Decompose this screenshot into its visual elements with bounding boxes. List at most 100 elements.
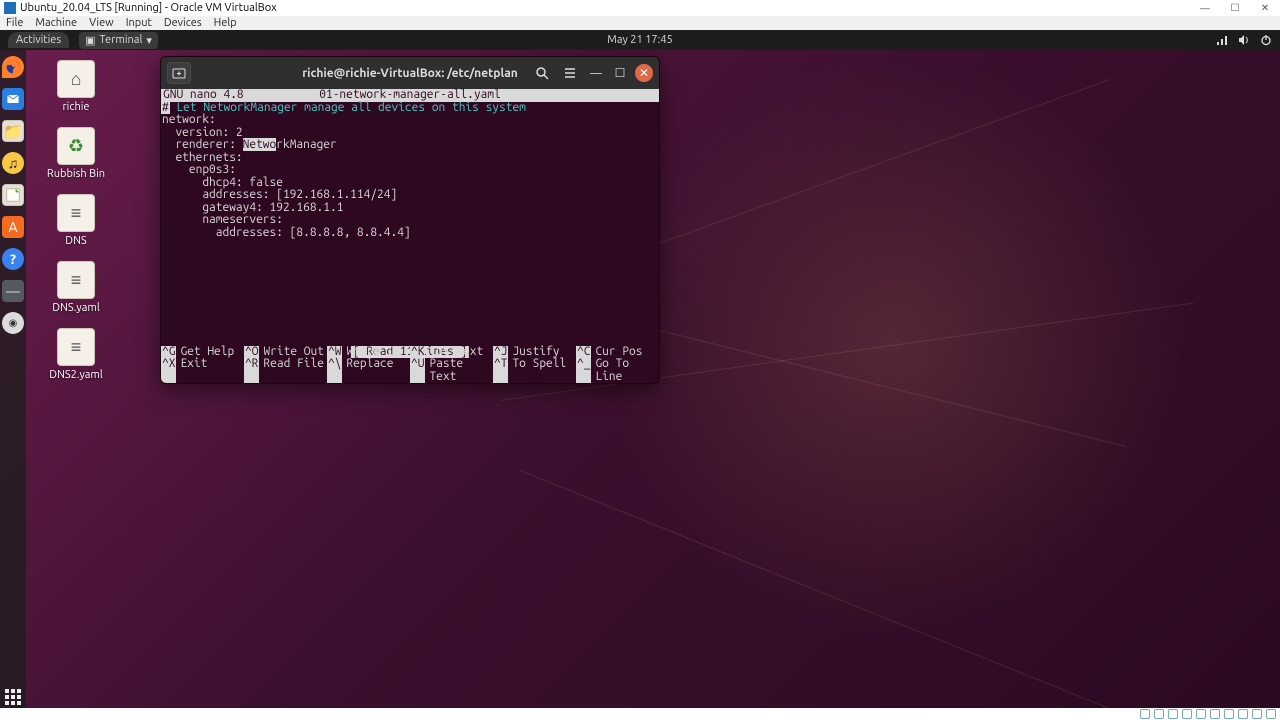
dock-help[interactable]: ? (2, 248, 24, 270)
host-close-button[interactable]: ✕ (1250, 0, 1280, 16)
vbox-menu-help[interactable]: Help (214, 17, 237, 29)
vbox-status-cpu-icon (1252, 709, 1262, 719)
terminal-minimize-button[interactable]: — (587, 64, 605, 82)
nano-shortcut-label: Read File (259, 358, 323, 383)
terminal-body[interactable]: GNU nano 4.8 01-network-manager-all.yaml… (161, 89, 659, 383)
terminal-titlebar[interactable]: richie@richie-VirtualBox: /etc/netplan —… (161, 57, 659, 89)
nano-shortcut: ^UPaste Text (410, 358, 493, 383)
gnome-topbar: Activities ▣ Terminal ▾ May 21 17:45 (0, 30, 1280, 50)
virtualbox-status-bar[interactable] (1140, 708, 1276, 720)
system-tray[interactable] (1216, 34, 1272, 46)
vbox-status-shared-folder-icon (1210, 709, 1220, 719)
terminal-window[interactable]: richie@richie-VirtualBox: /etc/netplan —… (160, 56, 660, 384)
terminal-close-button[interactable]: ✕ (635, 64, 653, 82)
desktop-icon-dns2-yaml[interactable]: ≡ DNS2.yaml (46, 328, 106, 381)
file-icon: ≡ (57, 328, 95, 366)
topbar-app-label: Terminal (100, 34, 143, 46)
nano-shortcut-label: Replace (342, 358, 393, 383)
desktop-icons: ⌂ richie ♻ Rubbish Bin ≡ DNS ≡ DNS.yaml … (46, 60, 106, 381)
wallpaper-decor (640, 79, 1110, 251)
nano-shortcut-key: ^_ (576, 358, 591, 383)
terminal-title: richie@richie-VirtualBox: /etc/netplan (302, 67, 518, 80)
nano-comment-line: # Let NetworkManager manage all devices … (161, 102, 659, 115)
power-icon (1260, 34, 1272, 46)
vbox-menu-view[interactable]: View (89, 17, 114, 29)
home-icon: ⌂ (57, 60, 95, 98)
vbox-menu-devices[interactable]: Devices (164, 17, 202, 29)
nano-shortcut-key: ^\ (327, 358, 342, 383)
chevron-down-icon: ▾ (146, 34, 152, 47)
topbar-app-menu[interactable]: ▣ Terminal ▾ (79, 32, 158, 49)
nano-file-content[interactable]: network: version: 2 renderer: NetworkMan… (161, 114, 659, 239)
nano-shortcut-key: ^U (410, 358, 425, 383)
virtualbox-title: Ubuntu_20.04_LTS [Running] - Oracle VM V… (20, 2, 277, 14)
nano-shortcut-key: ^X (161, 358, 176, 383)
nano-shortcut-label: Go To Line (591, 358, 659, 383)
host-minimize-button[interactable]: — (1190, 0, 1220, 16)
nano-shortcut: ^_Go To Line (576, 358, 659, 383)
trash-icon: ♻ (57, 127, 95, 165)
wallpaper-decor (660, 330, 1126, 447)
vbox-status-usb-icon (1196, 709, 1206, 719)
dock-thunderbird[interactable] (2, 88, 24, 110)
dock-show-apps[interactable] (2, 686, 24, 708)
desktop-icon-label: richie (63, 102, 90, 113)
vbox-menu-file[interactable]: File (6, 17, 23, 29)
dock-disc[interactable]: ◉ (2, 312, 24, 334)
wallpaper-decor (520, 470, 1123, 708)
vbox-status-optical-icon (1154, 709, 1164, 719)
host-maximize-button[interactable]: ☐ (1220, 0, 1250, 16)
dock-software[interactable]: A (2, 216, 24, 238)
topbar-clock[interactable]: May 21 17:45 (607, 34, 672, 46)
vbox-status-mouse-icon (1266, 709, 1276, 719)
file-icon: ≡ (57, 194, 95, 232)
dock-rhythmbox[interactable]: ♫ (2, 152, 24, 174)
terminal-icon: ▣ (85, 34, 95, 47)
dock-files[interactable]: 📁 (2, 120, 24, 142)
terminal-new-tab-button[interactable] (167, 62, 191, 84)
nano-shortcut-key: ^R (244, 358, 259, 383)
desktop-icon-dns[interactable]: ≡ DNS (46, 194, 106, 247)
virtualbox-titlebar: Ubuntu_20.04_LTS [Running] - Oracle VM V… (0, 0, 1280, 16)
network-icon (1216, 34, 1228, 46)
dock: 📁 ♫ A ? — ◉ (0, 50, 26, 708)
vbox-status-network-icon (1182, 709, 1192, 719)
nano-shortcut-label: Exit (176, 358, 207, 383)
dock-firefox[interactable] (2, 56, 24, 78)
vbox-status-audio-icon (1168, 709, 1178, 719)
desktop-icon-home[interactable]: ⌂ richie (46, 60, 106, 113)
vbox-menu-machine[interactable]: Machine (35, 17, 77, 29)
nano-shortcuts: ^GGet Help^OWrite Out^WWhere Is^KCut Tex… (161, 346, 659, 384)
desktop-icon-label: Rubbish Bin (47, 169, 105, 180)
desktop-icon-dns-yaml[interactable]: ≡ DNS.yaml (46, 261, 106, 314)
terminal-hamburger-menu[interactable] (559, 62, 581, 84)
vbox-menu-input[interactable]: Input (126, 17, 152, 29)
nano-shortcut: ^TTo Spell (493, 358, 576, 383)
nano-shortcut-key: ^T (493, 358, 508, 383)
virtualbox-menubar: File Machine View Input Devices Help (0, 16, 1280, 30)
activities-button[interactable]: Activities (8, 32, 69, 48)
nano-shortcuts-row-2: ^XExit^RRead File^\Replace^UPaste Text^T… (161, 358, 659, 383)
virtualbox-icon (4, 2, 16, 14)
desktop-icon-label: DNS2.yaml (49, 370, 103, 381)
dock-settings[interactable]: — (2, 280, 24, 302)
volume-icon (1238, 34, 1250, 46)
nano-shortcut-label: Paste Text (425, 358, 493, 383)
nano-filename: 01-network-manager-all.yaml (319, 89, 500, 102)
terminal-search-button[interactable] (531, 62, 553, 84)
nano-shortcut: ^RRead File (244, 358, 327, 383)
desktop-icon-label: DNS.yaml (52, 303, 100, 314)
nano-shortcut: ^\Replace (327, 358, 410, 383)
nano-shortcut-label: To Spell (508, 358, 566, 383)
dock-libreoffice[interactable] (2, 184, 24, 206)
vbox-status-recording-icon (1238, 709, 1248, 719)
terminal-maximize-button[interactable]: ☐ (611, 64, 629, 82)
file-icon: ≡ (57, 261, 95, 299)
desktop-icon-trash[interactable]: ♻ Rubbish Bin (46, 127, 106, 180)
nano-selection: Netwo (243, 138, 277, 151)
nano-shortcut: ^XExit (161, 358, 244, 383)
vbox-status-hdd-icon (1140, 709, 1150, 719)
desktop[interactable]: 📁 ♫ A ? — ◉ ⌂ richie ♻ Rubbish Bin (0, 50, 1280, 708)
guest-viewport: Activities ▣ Terminal ▾ May 21 17:45 (0, 30, 1280, 708)
desktop-icon-label: DNS (65, 236, 86, 247)
